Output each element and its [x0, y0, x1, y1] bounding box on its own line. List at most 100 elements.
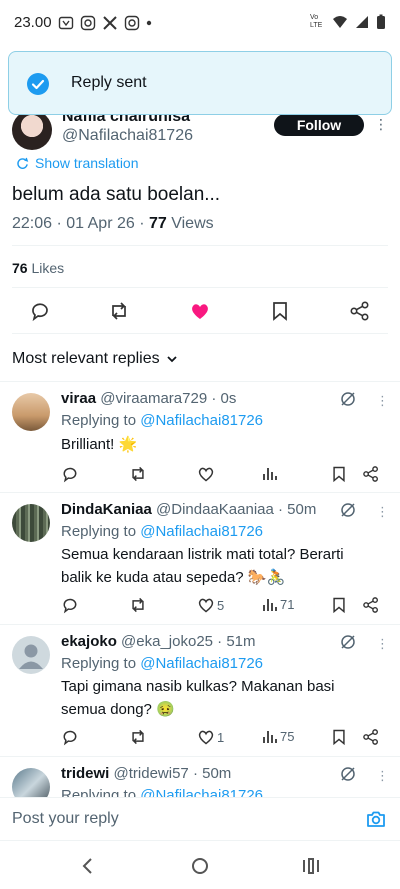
reply-more-icon[interactable]: ⋮ — [376, 768, 389, 784]
reply-more-icon[interactable]: ⋮ — [376, 393, 389, 409]
reply-text: Brilliant! 🌟 — [61, 436, 138, 453]
status-time: 23.00 — [14, 14, 52, 31]
author-handle[interactable]: @Nafilachai81726 — [62, 127, 193, 145]
bookmark-icon[interactable] — [330, 728, 348, 746]
repost-icon[interactable] — [129, 465, 147, 483]
more-options-icon[interactable]: ⋮ — [374, 116, 388, 133]
views-button[interactable]: 75 — [262, 728, 294, 744]
views-count: 75 — [280, 728, 295, 744]
mention-link[interactable]: @Nafilachai81726 — [140, 655, 263, 672]
replying-to: Replying to @Nafilachai81726 — [61, 655, 264, 672]
share-icon[interactable] — [362, 465, 380, 483]
reply-sent-toast[interactable]: Reply sent — [8, 51, 392, 115]
divider — [12, 245, 388, 246]
views-icon — [263, 468, 277, 480]
divider — [12, 333, 388, 334]
reply-more-icon[interactable]: ⋮ — [376, 636, 389, 652]
reply-composer[interactable]: Post your reply — [0, 797, 400, 841]
instagram-icon-2 — [124, 15, 140, 31]
like-count: 1 — [217, 729, 225, 745]
author-avatar[interactable] — [12, 110, 52, 150]
reply-icon[interactable] — [61, 596, 79, 614]
reply-author-name[interactable]: DindaKaniaa — [61, 501, 152, 518]
repost-icon[interactable] — [129, 596, 147, 614]
battery-icon — [377, 14, 385, 29]
like-button[interactable] — [197, 465, 217, 483]
network-label: Vo LTE — [310, 14, 323, 29]
views-button[interactable] — [262, 465, 280, 481]
default-avatar-icon[interactable] — [12, 636, 50, 674]
reply-actions — [61, 465, 381, 485]
bookmark-icon[interactable] — [330, 596, 348, 614]
system-nav-bar — [0, 842, 400, 889]
tweet-timestamp: 22:06 · 01 Apr 26 · — [12, 215, 149, 232]
views-label: Views — [166, 215, 214, 232]
like-button[interactable]: 5 — [197, 596, 224, 614]
views-icon — [263, 599, 277, 611]
x-logo-icon — [103, 16, 117, 30]
camera-icon[interactable] — [366, 809, 386, 829]
views-count: 77 — [148, 215, 167, 232]
grok-icon[interactable] — [340, 634, 356, 650]
reply-author-name[interactable]: viraa — [61, 390, 96, 407]
reply-actions: 5 71 — [61, 596, 381, 616]
recents-icon[interactable] — [302, 857, 320, 875]
mention-link[interactable]: @Nafilachai81726 — [140, 787, 263, 797]
divider — [0, 381, 400, 382]
divider — [0, 624, 400, 625]
back-icon[interactable] — [80, 857, 96, 875]
reply-author-handle: @DindaaKaaniaa · 50m — [156, 501, 317, 518]
translate-icon — [17, 157, 29, 169]
signal-icon — [356, 16, 368, 28]
show-translation-link[interactable]: Show translation — [16, 155, 139, 171]
tweet-meta: 22:06 · 01 Apr 26 · 77 Views — [12, 215, 214, 233]
likes-summary[interactable]: 76 Likes — [12, 260, 64, 276]
like-count: 5 — [217, 597, 225, 613]
reply-input[interactable]: Post your reply — [12, 810, 119, 828]
bookmark-icon[interactable] — [269, 300, 291, 322]
mention-link[interactable]: @Nafilachai81726 — [140, 523, 263, 540]
reply-author-name[interactable]: ekajoko — [61, 633, 117, 650]
status-bar: 23.00 Vo LTE — [0, 0, 400, 46]
mention-link[interactable]: @Nafilachai81726 — [140, 412, 263, 429]
reply-icon[interactable] — [29, 300, 51, 322]
home-icon[interactable] — [191, 857, 209, 875]
reply-text: Tapi gimana nasib kulkas? Makanan basi s… — [61, 678, 335, 718]
notification-dot-icon — [146, 20, 152, 26]
show-translation-label: Show translation — [35, 155, 139, 171]
reply-avatar[interactable] — [12, 393, 50, 431]
repost-icon[interactable] — [129, 728, 147, 746]
likes-label: Likes — [27, 260, 65, 276]
liked-heart-icon[interactable] — [189, 300, 211, 322]
reply-icon[interactable] — [61, 728, 79, 746]
like-button[interactable]: 1 — [197, 728, 224, 746]
bookmark-icon[interactable] — [330, 465, 348, 483]
share-icon[interactable] — [362, 728, 380, 746]
views-icon — [263, 731, 277, 743]
reply-more-icon[interactable]: ⋮ — [376, 504, 389, 520]
sort-replies-dropdown[interactable]: Most relevant replies — [12, 350, 178, 368]
grok-icon[interactable] — [340, 766, 356, 782]
vpn-icon — [58, 16, 74, 30]
reply-author-handle: @tridewi57 · 50m — [113, 765, 232, 782]
wifi-icon — [333, 16, 347, 28]
sort-label: Most relevant replies — [12, 350, 160, 367]
reply-avatar[interactable] — [12, 768, 50, 797]
divider — [12, 287, 388, 288]
repost-icon[interactable] — [108, 300, 130, 322]
views-button[interactable]: 71 — [262, 596, 294, 612]
follow-button[interactable]: Follow — [274, 114, 364, 136]
share-icon[interactable] — [349, 300, 371, 322]
grok-icon[interactable] — [340, 391, 356, 407]
reply-avatar[interactable] — [12, 504, 50, 542]
replying-to: Replying to @Nafilachai81726 — [61, 523, 264, 540]
grok-icon[interactable] — [340, 502, 356, 518]
check-circle-icon — [27, 73, 49, 95]
share-icon[interactable] — [362, 596, 380, 614]
reply-icon[interactable] — [61, 465, 79, 483]
reply-author-name[interactable]: tridewi — [61, 765, 109, 782]
views-count: 71 — [280, 596, 295, 612]
reply-item[interactable]: tridewi @tridewi57 · 50m ⋮ Replying to @… — [0, 756, 400, 797]
heart-icon — [198, 598, 214, 613]
instagram-icon — [80, 15, 96, 31]
